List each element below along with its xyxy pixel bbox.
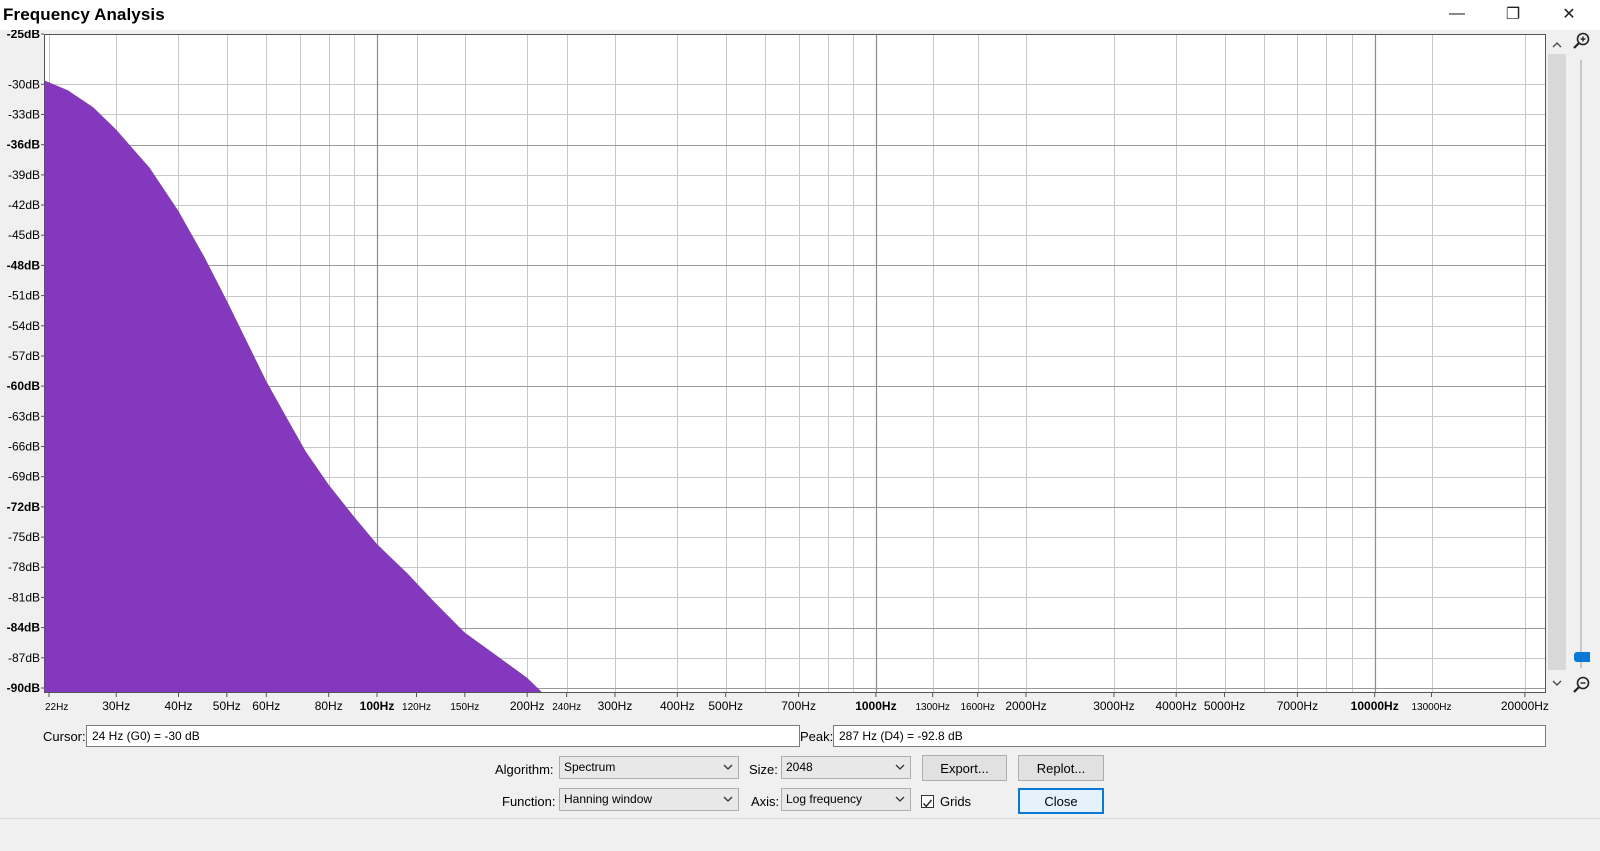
title-bar: Frequency Analysis — ❐ ✕ — [0, 0, 1600, 30]
y-tick-label: -87dB — [8, 651, 40, 665]
y-tick-label: -72dB — [7, 500, 41, 514]
y-tick-label: -45dB — [8, 228, 40, 242]
spectrum-plot[interactable]: -25dB -30dB -33dB -36dB -39dB -42dB -45dB -48dB… — [0, 30, 1600, 712]
y-tick-label: -36dB — [7, 138, 41, 152]
algorithm-select[interactable]: Spectrum — [559, 756, 739, 779]
x-tick-label: 50Hz — [213, 699, 241, 712]
y-tick-label: -33dB — [8, 108, 40, 122]
algorithm-label: Algorithm: — [495, 762, 554, 777]
x-tick-label: 60Hz — [252, 699, 280, 712]
x-tick-label: 1000Hz — [855, 699, 896, 712]
y-tick-label: -57dB — [8, 349, 40, 363]
y-tick-label: -51dB — [8, 289, 40, 303]
x-tick-label: 22Hz — [45, 702, 68, 712]
y-tick-label: -75dB — [8, 530, 40, 544]
function-select[interactable]: Hanning window — [559, 788, 739, 811]
y-tick-label: -78dB — [8, 560, 40, 574]
chevron-up-icon[interactable] — [1548, 36, 1566, 54]
chevron-down-icon[interactable] — [1548, 674, 1566, 692]
chevron-down-icon — [722, 761, 734, 773]
chevron-down-icon — [894, 793, 906, 805]
zoom-slider-track[interactable] — [1580, 60, 1582, 668]
y-tick-label: -54dB — [8, 319, 40, 333]
x-tick-label: 2000Hz — [1005, 699, 1046, 712]
x-tick-label: 40Hz — [164, 699, 192, 712]
x-tick-label: 5000Hz — [1204, 699, 1245, 712]
y-tick-label: -60dB — [7, 379, 41, 393]
axis-select-value: Log frequency — [786, 792, 862, 806]
x-tick-label: 240Hz — [552, 702, 581, 712]
function-select-value: Hanning window — [564, 792, 652, 806]
x-tick-label: 30Hz — [102, 699, 130, 712]
x-tick-label: 150Hz — [450, 702, 479, 712]
algorithm-select-value: Spectrum — [564, 760, 615, 774]
y-tick-label: -84dB — [7, 621, 41, 635]
y-tick-label: -66dB — [8, 440, 40, 454]
close-window-button[interactable]: ✕ — [1546, 0, 1592, 28]
axis-select[interactable]: Log frequency — [781, 788, 911, 811]
x-tick-label: 700Hz — [781, 699, 816, 712]
vertical-scrollbar-track[interactable] — [1548, 54, 1566, 670]
cursor-readout-field[interactable]: 24 Hz (G0) = -30 dB — [86, 725, 800, 747]
chevron-down-icon — [894, 761, 906, 773]
y-tick-label: -81dB — [8, 590, 40, 604]
x-tick-label: 3000Hz — [1093, 699, 1134, 712]
size-label: Size: — [749, 762, 778, 777]
y-tick-label: -42dB — [8, 198, 40, 212]
x-tick-label: 10000Hz — [1351, 699, 1399, 712]
minimize-button[interactable]: — — [1434, 0, 1480, 28]
checkmark-icon — [922, 798, 933, 809]
x-tick-label: 300Hz — [598, 699, 633, 712]
x-tick-label: 1600Hz — [960, 702, 994, 712]
replot-button[interactable]: Replot... — [1018, 755, 1104, 781]
export-button[interactable]: Export... — [922, 755, 1007, 781]
x-tick-label: 13000Hz — [1411, 702, 1451, 712]
window-title: Frequency Analysis — [3, 5, 165, 25]
restore-button[interactable]: ❐ — [1490, 0, 1536, 28]
zoom-out-icon[interactable] — [1570, 674, 1592, 696]
size-select[interactable]: 2048 — [781, 756, 911, 779]
y-tick-label: -63dB — [8, 409, 40, 423]
x-tick-label: 500Hz — [708, 699, 743, 712]
y-tick-label: -69dB — [8, 470, 40, 484]
chevron-down-icon — [722, 793, 734, 805]
axis-label: Axis: — [751, 794, 779, 809]
y-tick-label: -90dB — [7, 681, 41, 695]
x-tick-label: 100Hz — [360, 699, 395, 712]
x-tick-label: 4000Hz — [1156, 699, 1197, 712]
function-label: Function: — [502, 794, 555, 809]
y-tick-label: -39dB — [8, 168, 40, 182]
x-tick-label: 120Hz — [402, 702, 431, 712]
cursor-label: Cursor: — [43, 729, 86, 744]
close-button[interactable]: Close — [1018, 788, 1104, 814]
y-tick-label: -48dB — [7, 258, 41, 272]
grids-checkbox[interactable] — [921, 795, 934, 808]
x-tick-label: 1300Hz — [915, 702, 949, 712]
x-tick-label: 80Hz — [315, 699, 343, 712]
peak-readout-field[interactable]: 287 Hz (D4) = -92.8 dB — [833, 725, 1546, 747]
y-tick-label: -30dB — [8, 77, 40, 91]
plot-area: -25dB -30dB -33dB -36dB -39dB -42dB -45dB -48dB… — [0, 30, 1600, 712]
status-bar — [0, 818, 1600, 851]
x-tick-label: 200Hz — [510, 699, 545, 712]
x-tick-label: 7000Hz — [1277, 699, 1318, 712]
size-select-value: 2048 — [786, 760, 813, 774]
x-tick-label: 400Hz — [660, 699, 695, 712]
zoom-in-icon[interactable] — [1570, 30, 1592, 52]
zoom-slider-thumb[interactable] — [1574, 652, 1590, 662]
y-tick-label: -25dB — [7, 30, 41, 41]
x-tick-label: 20000Hz — [1501, 699, 1549, 712]
grids-label: Grids — [940, 794, 971, 809]
peak-label: Peak: — [800, 729, 833, 744]
